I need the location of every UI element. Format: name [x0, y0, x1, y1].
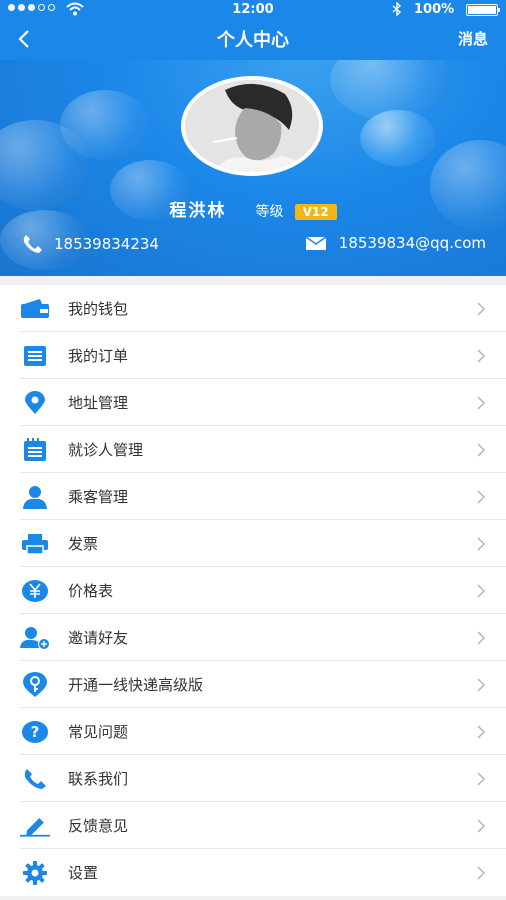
menu-item-upgrade[interactable]: 开通一线快递高级版: [0, 661, 506, 708]
printer-icon: [20, 529, 50, 559]
chevron-right-icon: [477, 490, 486, 504]
menu-item-wallet[interactable]: 我的钱包: [0, 285, 506, 332]
bluetooth-icon: [392, 2, 402, 16]
page-title: 个人中心: [217, 30, 289, 51]
yuan-icon: [20, 576, 50, 606]
battery-percent: 100%: [414, 2, 455, 17]
nav-bar: 个人中心 消息: [0, 20, 506, 60]
chevron-right-icon: [477, 631, 486, 645]
question-icon: ?: [20, 717, 50, 747]
menu-item-address[interactable]: 地址管理: [0, 379, 506, 426]
key-icon: [20, 670, 50, 700]
menu-label: 反馈意见: [68, 817, 129, 835]
menu-label: 我的钱包: [68, 300, 129, 318]
phone-info: 18539834234: [22, 234, 159, 254]
chevron-right-icon: [477, 443, 486, 457]
chevron-right-icon: [477, 584, 486, 598]
menu-item-invoice[interactable]: 发票: [0, 520, 506, 567]
menu-item-patients[interactable]: 就诊人管理: [0, 426, 506, 473]
battery-icon: [466, 4, 500, 16]
menu-label: 价格表: [68, 582, 114, 600]
menu-label: 联系我们: [68, 770, 129, 788]
chevron-right-icon: [477, 396, 486, 410]
menu-label: 设置: [68, 864, 99, 882]
phone-icon: [20, 764, 50, 794]
menu-item-faq[interactable]: ? 常见问题: [0, 708, 506, 755]
chevron-right-icon: [477, 866, 486, 880]
passenger-icon: [20, 482, 50, 512]
level-label: 等级: [255, 204, 284, 220]
chevron-right-icon: [477, 819, 486, 833]
menu-label: 我的订单: [68, 347, 129, 365]
menu-label: 乘客管理: [68, 488, 129, 506]
chevron-right-icon: [477, 678, 486, 692]
background-bubble: [360, 110, 436, 166]
email-address: 18539834@qq.com: [338, 234, 486, 252]
wallet-icon: [20, 294, 50, 324]
name-row: 程洪林 等级 V12: [0, 196, 506, 221]
level-badge: V12: [294, 204, 337, 220]
avatar[interactable]: [181, 76, 323, 176]
phone-icon: [23, 235, 42, 253]
gear-icon: [20, 858, 50, 888]
notepad-icon: [20, 435, 50, 465]
contact-row: 18539834234 18539834@qq.com: [0, 234, 506, 258]
menu-label: 邀请好友: [68, 629, 129, 647]
menu-label: 就诊人管理: [68, 441, 144, 459]
status-bar: 12:00 100%: [0, 0, 506, 20]
email-info: 18539834@qq.com: [305, 234, 486, 252]
order-list-icon: [20, 341, 50, 371]
chevron-right-icon: [477, 725, 486, 739]
phone-number: 18539834234: [54, 235, 159, 253]
menu-item-passengers[interactable]: 乘客管理: [0, 473, 506, 520]
menu-item-feedback[interactable]: 反馈意见: [0, 802, 506, 849]
menu-item-invite[interactable]: 邀请好友: [0, 614, 506, 661]
menu-label: 常见问题: [68, 723, 129, 741]
location-pin-icon: [20, 388, 50, 418]
menu-item-price-list[interactable]: 价格表: [0, 567, 506, 614]
avatar-photo: [185, 80, 319, 172]
profile-header: 程洪林 等级 V12 18539834234 18539834@qq.com: [0, 60, 506, 276]
menu-label: 地址管理: [68, 394, 129, 412]
menu-item-settings[interactable]: 设置: [0, 849, 506, 896]
svg-text:?: ?: [31, 723, 40, 741]
menu-label: 发票: [68, 535, 99, 553]
menu-item-orders[interactable]: 我的订单: [0, 332, 506, 379]
menu-list: 我的钱包 我的订单 地址管理 就诊人管理 乘客管理 发票 价格表 邀请好友 开通: [0, 285, 506, 896]
chevron-right-icon: [477, 349, 486, 363]
chevron-right-icon: [477, 772, 486, 786]
user-name: 程洪林: [169, 201, 227, 221]
chevron-right-icon: [477, 537, 486, 551]
chevron-right-icon: [477, 302, 486, 316]
background-bubble: [60, 90, 150, 160]
messages-button[interactable]: 消息: [458, 28, 488, 49]
top-bar: 12:00 100% 个人中心 消息: [0, 0, 506, 60]
menu-item-contact[interactable]: 联系我们: [0, 755, 506, 802]
add-user-icon: [20, 623, 50, 653]
mail-icon: [305, 236, 327, 250]
pencil-icon: [20, 811, 50, 841]
menu-label: 开通一线快递高级版: [68, 676, 204, 694]
